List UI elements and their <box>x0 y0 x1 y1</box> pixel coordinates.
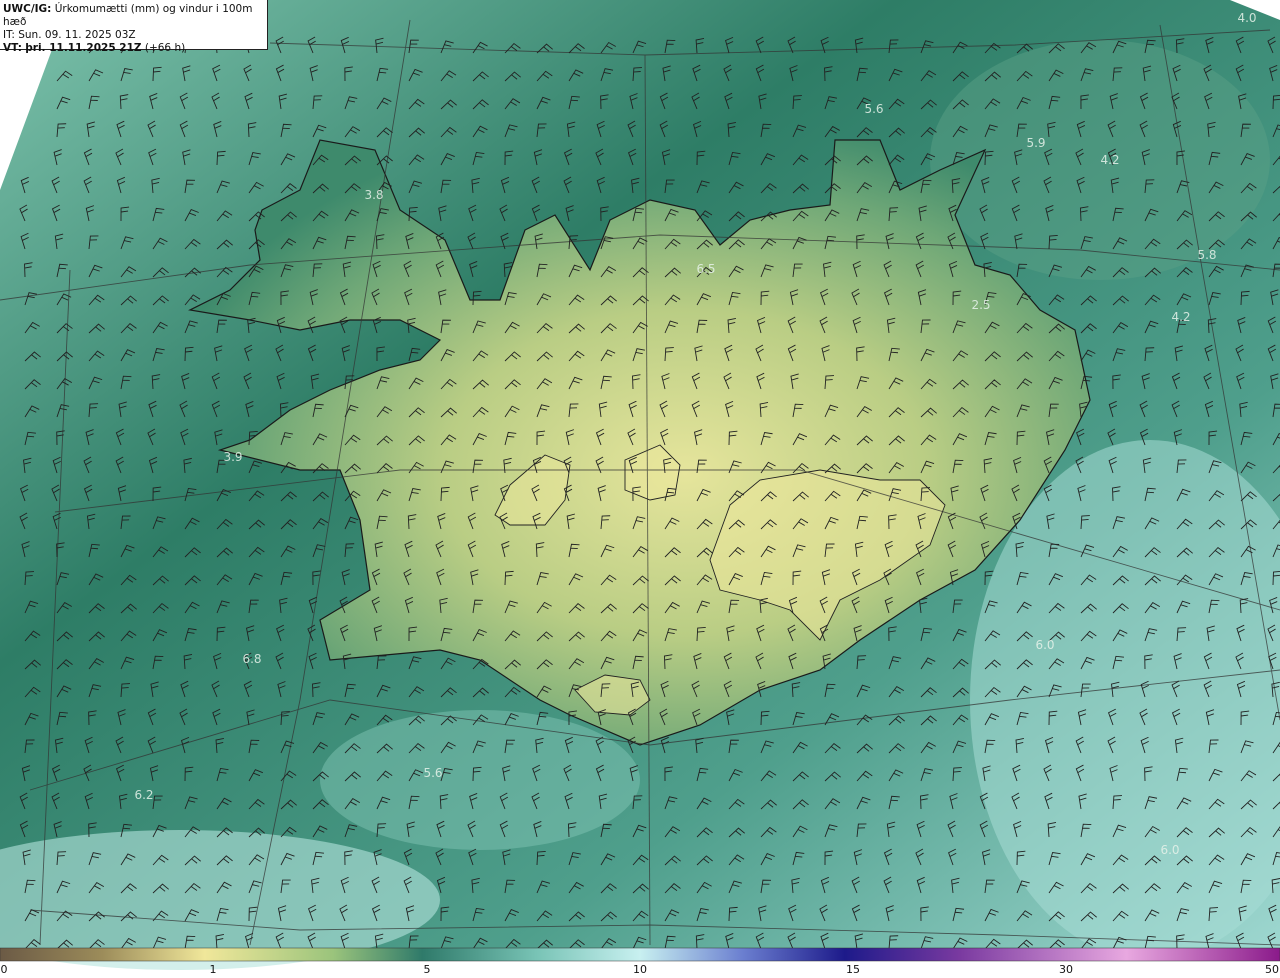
init-time: IT: Sun. 09. 11. 2025 03Z <box>3 29 136 41</box>
precip-value-label: 5.9 <box>1026 136 1045 150</box>
lead-time: (+66 h) <box>144 42 186 54</box>
colorbar <box>0 947 1280 962</box>
colorbar-tick-label: 0 <box>0 963 8 976</box>
precip-value-label: 4.2 <box>1171 310 1190 324</box>
precip-value-label: 6.5 <box>696 262 715 276</box>
precip-value-label: 6.0 <box>1035 638 1054 652</box>
precip-value-label: 5.8 <box>1197 248 1216 262</box>
precip-value-label: 6.2 <box>134 788 153 802</box>
valid-time: þri. 11.11.2025 21Z <box>25 42 142 54</box>
colorbar-tick-label: 1 <box>209 963 217 976</box>
precip-value-label: 3.8 <box>364 188 383 202</box>
precip-value-label: 5.6 <box>864 102 883 116</box>
colorbar-tick-label: 5 <box>423 963 431 976</box>
precip-value-label: 3.9 <box>223 450 242 464</box>
precip-value-label: 6.0 <box>1160 843 1179 857</box>
colorbar-tick-label: 15 <box>846 963 860 976</box>
colorbar-tick-label: 50 <box>1265 963 1279 976</box>
precip-value-label: 4.0 <box>1237 11 1256 25</box>
precip-value-label: 5.6 <box>423 766 442 780</box>
precip-value-label: 2.5 <box>971 298 990 312</box>
precip-value-label: 4.2 <box>1100 153 1119 167</box>
colorbar-tick-label: 10 <box>633 963 647 976</box>
model-name: UWC/IG: <box>3 3 52 15</box>
colorbar-labels: 0 1 5 10 15 30 50 <box>0 961 1280 978</box>
map-canvas: 4.0 5.6 5.9 4.2 3.8 5.8 6.5 2.5 4.2 3.9 6.0 6.8 5.6 6… <box>0 0 1280 978</box>
colorbar-tick-label: 30 <box>1059 963 1073 976</box>
precip-value-label: 6.8 <box>242 652 261 666</box>
map-title-box: UWC/IG: Úrkomumætti (mm) og vindur i 100… <box>0 0 268 54</box>
forecast-map: 4.0 5.6 5.9 4.2 3.8 5.8 6.5 2.5 4.2 3.9 6.0 6.8 5.6 6… <box>0 0 1280 978</box>
valid-prefix: VT: <box>3 42 22 54</box>
